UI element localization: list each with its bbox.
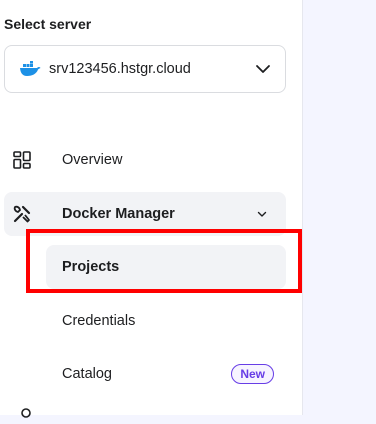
sub-nav-item-label: Catalog (62, 366, 112, 382)
grid-icon (12, 150, 32, 170)
new-badge: New (231, 364, 274, 384)
nav-item-label: Overview (62, 152, 123, 168)
sub-nav-item-projects[interactable]: Projects (46, 245, 286, 289)
nav-item-label: Docker Manager (62, 206, 175, 222)
server-section-title: Select server (4, 16, 92, 32)
sub-nav-item-credentials[interactable]: Credentials (46, 299, 286, 343)
clipped-nav-icon (20, 406, 32, 418)
server-name: srv123456.hstgr.cloud (49, 61, 191, 77)
sub-nav-item-label: Projects (62, 259, 120, 275)
tools-icon (12, 204, 32, 224)
sub-nav-item-label: Credentials (62, 313, 136, 329)
sidebar: Select server srv123456.hstgr.cloud Over… (0, 0, 303, 418)
docker-icon (19, 61, 41, 77)
nav-item-overview[interactable]: Overview (4, 138, 286, 182)
server-select[interactable]: srv123456.hstgr.cloud (4, 45, 286, 93)
sub-nav-item-catalog[interactable]: Catalog New (46, 352, 286, 396)
chevron-down-icon (255, 61, 271, 77)
chevron-down-icon (256, 208, 268, 220)
nav-item-docker-manager[interactable]: Docker Manager (4, 192, 286, 236)
